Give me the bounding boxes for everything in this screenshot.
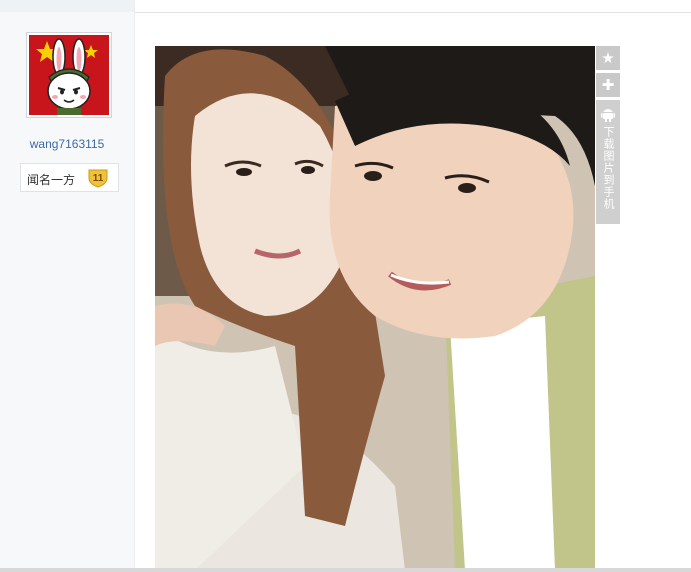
rank-box: 闻名一方 11 bbox=[20, 163, 119, 192]
username-link[interactable]: wang7163115 bbox=[0, 137, 134, 151]
plus-icon: ✚ bbox=[601, 76, 615, 94]
photo-tools: ★ ✚ 下载图片到手机 bbox=[596, 46, 620, 224]
android-icon bbox=[601, 109, 615, 122]
rabbit-avatar-image bbox=[29, 35, 109, 115]
download-label: 下载图片到手机 bbox=[602, 126, 615, 210]
level-badge-icon: 11 bbox=[88, 169, 108, 188]
favorite-button[interactable]: ★ bbox=[596, 46, 620, 70]
avatar[interactable] bbox=[26, 32, 112, 118]
level-number: 11 bbox=[93, 173, 104, 184]
couple-selfie-image bbox=[155, 46, 595, 570]
star-icon: ★ bbox=[601, 49, 615, 67]
rank-title: 闻名一方 bbox=[27, 173, 76, 187]
user-sidebar: wang7163115 闻名一方 11 bbox=[0, 0, 135, 572]
add-button[interactable]: ✚ bbox=[596, 73, 620, 97]
sidebar-top-strip bbox=[0, 0, 134, 12]
bottom-scroll-edge bbox=[0, 568, 691, 572]
post-photo[interactable] bbox=[155, 46, 595, 570]
download-to-phone-button[interactable]: 下载图片到手机 bbox=[596, 100, 620, 224]
